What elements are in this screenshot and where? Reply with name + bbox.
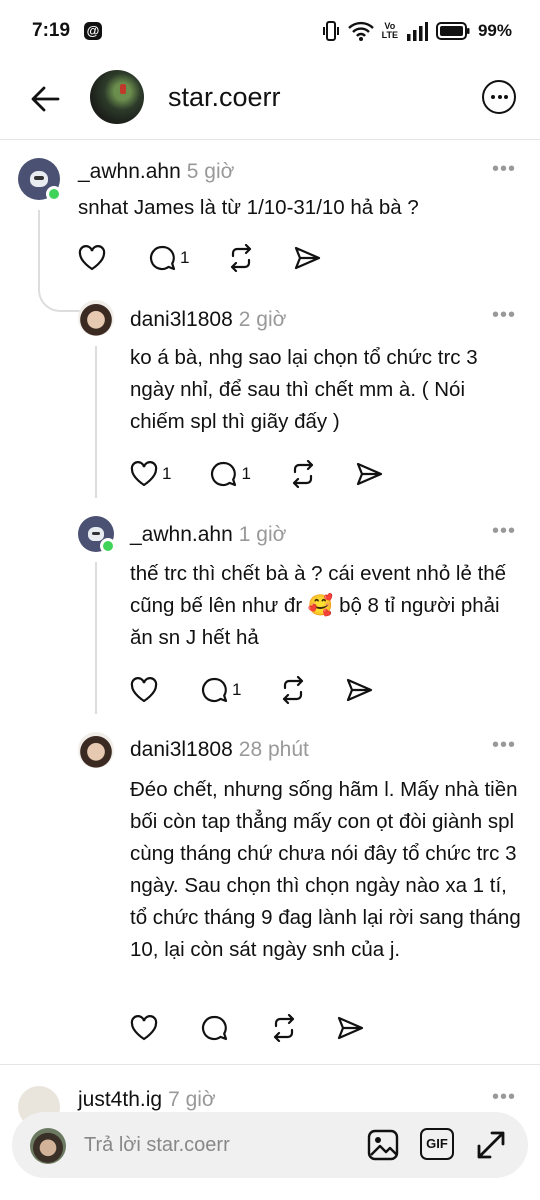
comment-text: thế trc thì chết bà à ? cái event nhỏ lẻ… [130, 562, 507, 649]
comment-author[interactable]: just4th.ig 7 giờ [78, 1088, 216, 1112]
gif-button[interactable]: GIF [420, 1128, 454, 1160]
heart-icon [130, 1015, 158, 1041]
reply-button[interactable]: 1 [148, 244, 189, 272]
battery-icon [435, 22, 470, 40]
share-button[interactable] [345, 677, 373, 703]
comment-time: 7 giờ [168, 1088, 216, 1111]
thread-connector [38, 276, 80, 312]
like-button[interactable] [78, 245, 110, 271]
status-bar: 7:19 @ Vo LTE 99% [0, 0, 540, 62]
share-icon [295, 246, 321, 270]
repost-icon [283, 676, 304, 704]
comment-more-icon[interactable]: ••• [492, 1087, 516, 1107]
comment-author[interactable]: dani3l1808 28 phút [130, 738, 309, 762]
comment-more-icon[interactable]: ••• [492, 735, 516, 755]
like-button[interactable]: 1 [130, 461, 171, 487]
reply-input[interactable]: Trả lời star.coerr [84, 1134, 230, 1157]
share-button[interactable] [293, 245, 321, 271]
heart-icon [78, 245, 106, 271]
clock: 7:19 [32, 20, 71, 41]
avatar[interactable] [78, 732, 114, 768]
reply-bar: Trả lời star.coerr GIF [12, 1112, 528, 1178]
back-arrow-icon[interactable] [28, 82, 62, 116]
comment-icon [201, 1015, 228, 1041]
battery-percent: 99% [477, 21, 512, 40]
comment-time: 28 phút [238, 738, 309, 761]
share-button[interactable] [355, 461, 383, 487]
comment-time: 2 giờ [238, 308, 287, 331]
comment-actions: 1 [78, 244, 359, 272]
app-header: star.coerr [0, 62, 540, 140]
comment-author[interactable]: _awhn.ahn 1 giờ [130, 523, 286, 547]
repost-button[interactable] [279, 676, 307, 704]
comment-text: ko á bà, nhg sao lại chọn tổ chức trc 3 … [130, 346, 478, 433]
reply-button[interactable] [200, 1014, 232, 1042]
comment-icon [211, 461, 237, 487]
reply-button[interactable]: 1 [200, 676, 241, 704]
page-title[interactable]: star.coerr [168, 82, 281, 113]
comment-author[interactable]: _awhn.ahn 5 giờ [78, 160, 234, 184]
profile-avatar[interactable] [90, 70, 144, 124]
thread-line [95, 346, 97, 498]
comment-actions: 1 [130, 676, 411, 704]
more-icon[interactable] [482, 80, 516, 114]
comment-actions: 1 1 [130, 460, 421, 488]
repost-icon [273, 1014, 295, 1042]
repost-button[interactable] [227, 244, 255, 272]
section-divider [0, 1064, 540, 1065]
heart-icon [130, 461, 158, 487]
comment-text: snhat James là từ 1/10-31/10 hả bà ? [78, 196, 419, 219]
image-icon[interactable] [366, 1128, 400, 1162]
online-status-dot [100, 538, 116, 554]
repost-button[interactable] [289, 460, 317, 488]
threads-notification-icon: @ [84, 22, 102, 40]
comment-more-icon[interactable]: ••• [492, 521, 516, 541]
comment-time: 1 giờ [238, 523, 287, 546]
comment-icon [149, 245, 176, 271]
thread-line [95, 562, 97, 714]
heart-icon [130, 677, 158, 703]
comment-icon [201, 677, 228, 703]
my-avatar [30, 1128, 66, 1164]
share-icon [356, 462, 383, 486]
wifi-icon [347, 21, 374, 41]
online-status-dot [46, 186, 62, 202]
repost-button[interactable] [270, 1014, 298, 1042]
volte-indicator: Vo LTE [381, 21, 398, 40]
like-button[interactable] [130, 677, 162, 703]
share-icon [347, 678, 373, 702]
thread-line [38, 210, 40, 276]
comment-more-icon[interactable]: ••• [492, 159, 516, 179]
signal-icon [406, 22, 428, 41]
expand-icon[interactable] [474, 1128, 508, 1162]
vibrate-icon [322, 21, 339, 41]
share-icon [337, 1016, 364, 1040]
repost-icon [231, 244, 252, 272]
like-button[interactable] [130, 1015, 162, 1041]
share-button[interactable] [336, 1015, 364, 1041]
comment-actions [130, 1014, 402, 1042]
comment-more-icon[interactable]: ••• [492, 305, 516, 325]
comment-text: Đéo chết, nhưng sống hãm l. Mấy nhà tiền… [130, 778, 521, 961]
comment-time: 5 giờ [186, 160, 235, 183]
repost-icon [292, 460, 314, 488]
avatar[interactable] [78, 300, 114, 336]
comment-author[interactable]: dani3l1808 2 giờ [130, 308, 286, 332]
reply-button[interactable]: 1 [209, 460, 251, 488]
